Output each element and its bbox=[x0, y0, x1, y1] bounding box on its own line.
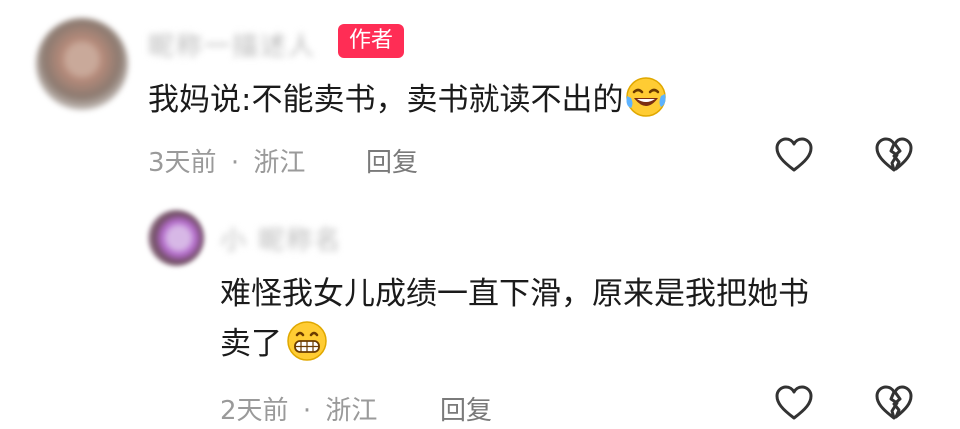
username[interactable]: 昵称一描述人 bbox=[148, 26, 316, 63]
comment-location: 浙江 bbox=[325, 396, 378, 426]
comment-meta: 3天前 · 浙江 bbox=[148, 142, 305, 179]
grinning-emoji-icon bbox=[286, 320, 328, 362]
meta-separator: · bbox=[230, 148, 240, 178]
comment-meta: 2天前 · 浙江 bbox=[220, 390, 377, 427]
reply-button[interactable]: 回复 bbox=[366, 142, 418, 179]
avatar[interactable] bbox=[36, 18, 128, 110]
avatar[interactable] bbox=[148, 210, 204, 266]
comment-text-line: 难怪我女儿成绩一直下滑，原来是我把她书 bbox=[220, 276, 809, 312]
broken-heart-icon[interactable] bbox=[874, 136, 914, 174]
reply-button[interactable]: 回复 bbox=[440, 390, 492, 427]
username[interactable]: 小 昵称名 bbox=[220, 220, 342, 257]
comment-text-line: 卖了 bbox=[220, 320, 328, 368]
comment-text: 我妈说:不能卖书，卖书就读不出的 bbox=[148, 76, 667, 124]
rolling-laughing-emoji-icon bbox=[625, 76, 667, 118]
meta-separator: · bbox=[302, 396, 312, 426]
heart-outline-icon[interactable] bbox=[774, 136, 814, 174]
heart-outline-icon[interactable] bbox=[774, 384, 814, 422]
broken-heart-icon[interactable] bbox=[874, 384, 914, 422]
comment-time: 3天前 bbox=[148, 148, 217, 178]
author-badge: 作者 bbox=[338, 24, 404, 58]
comment-location: 浙江 bbox=[253, 148, 306, 178]
comment-time: 2天前 bbox=[220, 396, 289, 426]
